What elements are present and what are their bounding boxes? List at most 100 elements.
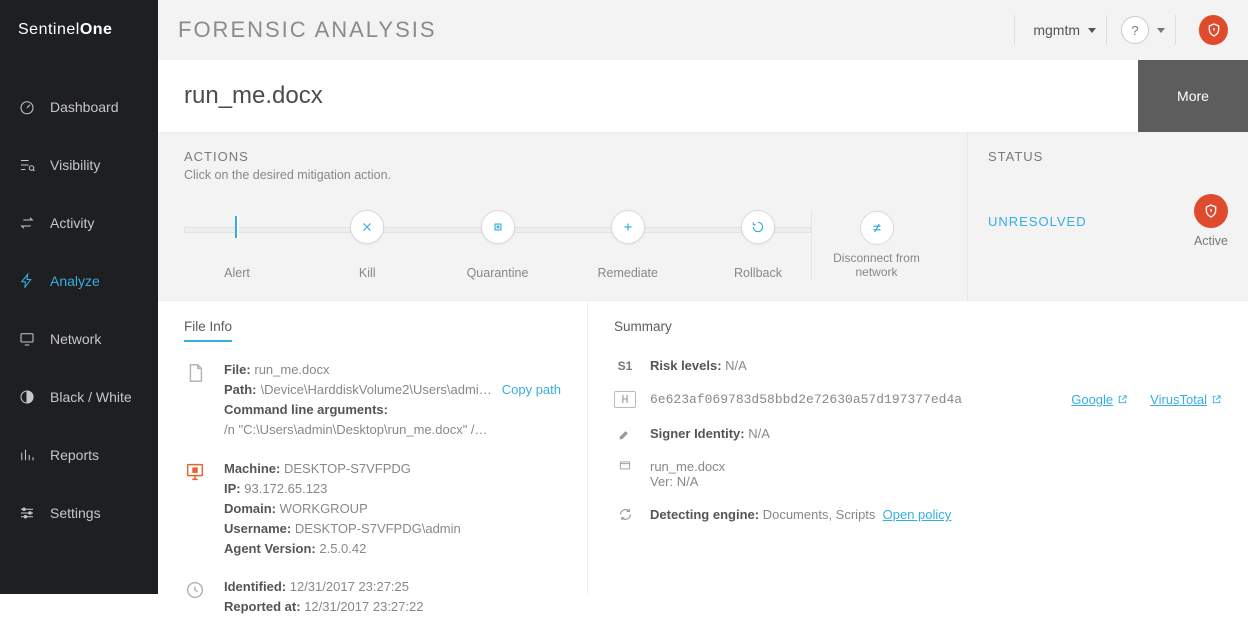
external-link-icon bbox=[1117, 394, 1128, 405]
step-label: Quarantine bbox=[467, 266, 529, 280]
virustotal-link[interactable]: VirusTotal bbox=[1150, 392, 1222, 407]
username-value: DESKTOP-S7VFPDG\admin bbox=[295, 521, 461, 536]
help-label: ? bbox=[1131, 23, 1138, 38]
undo-icon bbox=[741, 210, 775, 244]
summary-engine-row: Detecting engine: Documents, Scripts Ope… bbox=[614, 507, 1222, 522]
cmd-args-value: /n "C:\Users\admin\Desktop\run_me.docx" … bbox=[224, 422, 488, 437]
step-label: Alert bbox=[224, 266, 250, 280]
sidebar-item-reports[interactable]: Reports bbox=[0, 426, 158, 484]
user-menu[interactable]: mgmtm bbox=[1014, 15, 1096, 45]
open-policy-link[interactable]: Open policy bbox=[883, 507, 952, 522]
risk-label: Risk levels: bbox=[650, 358, 722, 373]
mitigation-track: Alert Kill Quarantine bbox=[184, 210, 811, 280]
domain-label: Domain: bbox=[224, 501, 276, 516]
page-title: FORENSIC ANALYSIS bbox=[178, 17, 437, 43]
file-icon bbox=[184, 360, 210, 441]
reported-value: 12/31/2017 23:27:22 bbox=[304, 599, 423, 614]
sidebar-item-network[interactable]: Network bbox=[0, 310, 158, 368]
alert-shield-button[interactable] bbox=[1198, 15, 1228, 45]
chevron-down-icon[interactable] bbox=[1157, 28, 1165, 33]
action-alert[interactable]: Alert bbox=[192, 210, 282, 280]
actions-subtitle: Click on the desired mitigation action. bbox=[184, 168, 941, 182]
sidebar-item-label: Dashboard bbox=[50, 99, 119, 115]
identified-value: 12/31/2017 23:27:25 bbox=[290, 579, 409, 594]
action-quarantine[interactable]: Quarantine bbox=[453, 210, 543, 280]
file-info-heading: File Info bbox=[184, 319, 232, 342]
action-rollback[interactable]: Rollback bbox=[713, 210, 803, 280]
domain-value: WORKGROUP bbox=[280, 501, 368, 516]
pen-icon bbox=[614, 427, 636, 441]
main-panel: FORENSIC ANALYSIS mgmtm ? run_me. bbox=[158, 0, 1248, 594]
alert-marker-icon bbox=[235, 216, 239, 238]
ip-value: 93.172.65.123 bbox=[244, 481, 327, 496]
path-value: \Device\HarddiskVolume2\Users\admin\D… bbox=[261, 380, 498, 400]
step-label: Remediate bbox=[598, 266, 658, 280]
sidebar-item-label: Visibility bbox=[50, 157, 100, 173]
plus-icon bbox=[611, 210, 645, 244]
step-label: Rollback bbox=[734, 266, 782, 280]
monitor-icon bbox=[18, 330, 36, 348]
summary-file-row: run_me.docx Ver: N/A bbox=[614, 459, 1222, 489]
step-label: Kill bbox=[359, 266, 376, 280]
action-disconnect[interactable]: Disconnect from network bbox=[811, 210, 941, 280]
path-label: Path: bbox=[224, 380, 257, 400]
list-search-icon bbox=[18, 156, 36, 174]
sidebar-item-settings[interactable]: Settings bbox=[0, 484, 158, 542]
not-equal-icon bbox=[860, 211, 894, 245]
ver-label: Ver: bbox=[650, 474, 673, 489]
refresh-icon bbox=[614, 507, 636, 522]
user-name: mgmtm bbox=[1033, 22, 1080, 38]
action-kill[interactable]: Kill bbox=[322, 210, 412, 280]
brand-part2: One bbox=[80, 21, 113, 39]
actions-panel: ACTIONS Click on the desired mitigation … bbox=[158, 133, 968, 300]
clock-icon bbox=[184, 577, 210, 617]
risk-value: N/A bbox=[725, 358, 747, 373]
sliders-icon bbox=[18, 504, 36, 522]
copy-path-link[interactable]: Copy path bbox=[502, 380, 561, 400]
more-button[interactable]: More bbox=[1138, 60, 1248, 132]
summary-panel: Summary S1 Risk levels: N/A H 6e623af069… bbox=[588, 301, 1248, 594]
action-remediate[interactable]: Remediate bbox=[583, 210, 673, 280]
google-link[interactable]: Google bbox=[1071, 392, 1128, 407]
sidebar-item-label: Activity bbox=[50, 215, 94, 231]
contrast-icon bbox=[18, 388, 36, 406]
agent-version-label: Agent Version: bbox=[224, 541, 316, 556]
sidebar-item-dashboard[interactable]: Dashboard bbox=[0, 78, 158, 136]
sidebar-item-black-white[interactable]: Black / White bbox=[0, 368, 158, 426]
signer-label: Signer Identity: bbox=[650, 426, 745, 441]
sidebar-item-analyze[interactable]: Analyze bbox=[0, 252, 158, 310]
reported-label: Reported at: bbox=[224, 599, 301, 614]
title-row: run_me.docx More bbox=[158, 60, 1248, 133]
file-name: run_me.docx bbox=[254, 362, 329, 377]
file-info-panel: File Info File: run_me.docx Path: \Devic… bbox=[158, 301, 588, 594]
swap-icon bbox=[18, 214, 36, 232]
detail-row: File Info File: run_me.docx Path: \Devic… bbox=[158, 301, 1248, 594]
sidebar-item-activity[interactable]: Activity bbox=[0, 194, 158, 252]
file-info-file-block: File: run_me.docx Path: \Device\Harddisk… bbox=[184, 360, 561, 441]
sidebar-item-label: Reports bbox=[50, 447, 99, 463]
sidebar-item-visibility[interactable]: Visibility bbox=[0, 136, 158, 194]
agent-version-value: 2.5.0.42 bbox=[319, 541, 366, 556]
sidebar-item-label: Analyze bbox=[50, 273, 100, 289]
username-label: Username: bbox=[224, 521, 291, 536]
file-label: File: bbox=[224, 362, 251, 377]
shield-alert-icon bbox=[1194, 194, 1228, 228]
sidebar-item-label: Settings bbox=[50, 505, 101, 521]
status-state[interactable]: UNRESOLVED bbox=[988, 214, 1087, 229]
s1-icon: S1 bbox=[614, 359, 636, 373]
summary-filename: run_me.docx bbox=[650, 459, 725, 474]
shield-alert-icon bbox=[1206, 22, 1222, 38]
summary-heading: Summary bbox=[614, 319, 672, 340]
topbar: FORENSIC ANALYSIS mgmtm ? bbox=[158, 0, 1248, 60]
meta-row: ACTIONS Click on the desired mitigation … bbox=[158, 133, 1248, 301]
hash-value: 6e623af069783d58bbd2e72630a57d197377ed4a bbox=[650, 392, 962, 407]
disconnect-label: Disconnect from network bbox=[818, 251, 935, 280]
status-active: Active bbox=[1194, 194, 1228, 248]
help-button[interactable]: ? bbox=[1121, 16, 1149, 44]
gauge-icon bbox=[18, 98, 36, 116]
more-label: More bbox=[1177, 88, 1209, 104]
hash-icon: H bbox=[614, 391, 636, 408]
identified-label: Identified: bbox=[224, 579, 286, 594]
machine-value: DESKTOP-S7VFPDG bbox=[284, 461, 411, 476]
file-info-machine-block: Machine: DESKTOP-S7VFPDG IP: 93.172.65.1… bbox=[184, 459, 561, 560]
